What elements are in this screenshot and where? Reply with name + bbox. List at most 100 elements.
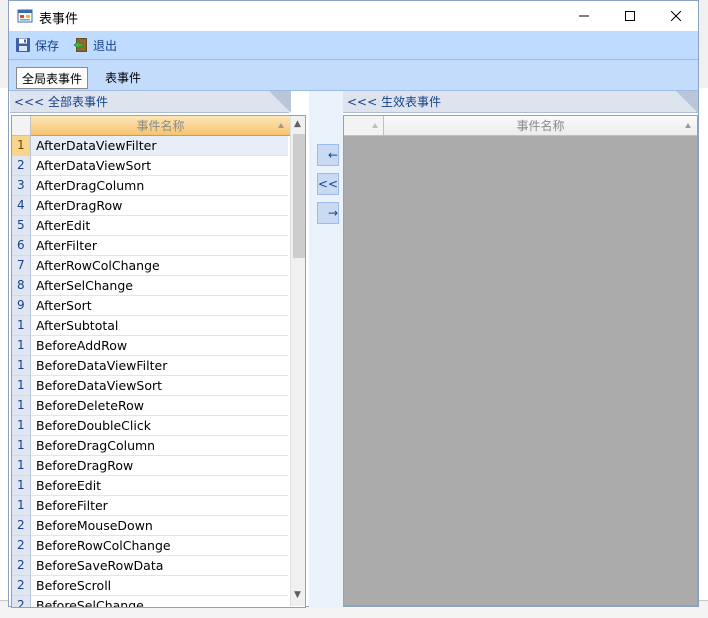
title-bar[interactable]: 表事件	[9, 1, 698, 31]
table-row[interactable]: 8 AfterSelChange	[12, 276, 288, 296]
row-number: 1	[12, 456, 31, 476]
event-name-cell[interactable]: AfterSort	[31, 296, 288, 316]
table-row[interactable]: 4 AfterDragRow	[12, 196, 288, 216]
table-row[interactable]: 1 BeforeDataViewFilter	[12, 356, 288, 376]
row-number: 6	[12, 236, 31, 256]
move-right-button[interactable]: →	[317, 202, 339, 224]
table-row[interactable]: 1 BeforeFilter	[12, 496, 288, 516]
move-left-button[interactable]: ←	[317, 144, 339, 166]
table-row[interactable]: 1 BeforeEdit	[12, 476, 288, 496]
window-title: 表事件	[39, 12, 79, 27]
column-header-label: 事件名称	[136, 119, 185, 133]
close-icon	[671, 11, 681, 21]
save-button[interactable]: 保存	[11, 34, 63, 56]
table-row[interactable]: 5 AfterEdit	[12, 216, 288, 236]
move-all-left-button[interactable]: <<	[317, 173, 339, 195]
event-name-cell[interactable]: AfterEdit	[31, 216, 288, 236]
table-row[interactable]: 7 AfterRowColChange	[12, 256, 288, 276]
event-name-cell[interactable]: AfterDataViewSort	[31, 156, 288, 176]
event-name-cell[interactable]: BeforeSaveRowData	[31, 556, 288, 576]
event-name-cell[interactable]: BeforeMouseDown	[31, 516, 288, 536]
transfer-buttons-column	[309, 91, 343, 608]
event-name-cell[interactable]: AfterDragRow	[31, 196, 288, 216]
row-number: 1	[12, 476, 31, 496]
row-number-header	[344, 116, 384, 136]
vertical-scrollbar[interactable]: ▲ ▼	[290, 116, 305, 606]
scroll-down-icon[interactable]: ▼	[294, 590, 301, 600]
exit-icon	[73, 38, 87, 52]
all-events-grid[interactable]: 事件名称 1 AfterDataViewFilter 2 AfterDataViewS…	[11, 115, 306, 608]
left-panel-corner	[269, 91, 291, 113]
scrollbar-thumb[interactable]	[293, 134, 305, 258]
tab-table-events[interactable]: 表事件	[100, 67, 146, 87]
minimize-icon	[579, 15, 589, 17]
save-label: 保存	[35, 38, 60, 53]
event-name-cell[interactable]: BeforeAddRow	[31, 336, 288, 356]
table-row[interactable]: 1 BeforeDragRow	[12, 456, 288, 476]
table-row[interactable]: 2 BeforeMouseDown	[12, 516, 288, 536]
table-row[interactable]: 1 BeforeDoubleClick	[12, 416, 288, 436]
table-row[interactable]: 1 AfterDataViewFilter	[12, 136, 288, 156]
row-number: 5	[12, 216, 31, 236]
table-row[interactable]: 9 AfterSort	[12, 296, 288, 316]
column-header-label: 事件名称	[516, 119, 565, 133]
table-row[interactable]: 2 BeforeRowColChange	[12, 536, 288, 556]
row-number: 2	[12, 536, 31, 556]
table-row[interactable]: 6 AfterFilter	[12, 236, 288, 256]
table-row[interactable]: 1 BeforeAddRow	[12, 336, 288, 356]
arrow-left-icon: ←	[327, 148, 338, 162]
scroll-up-icon[interactable]: ▲	[294, 119, 301, 129]
table-row[interactable]: 2 BeforeScroll	[12, 576, 288, 596]
event-name-cell[interactable]: BeforeDragRow	[31, 456, 288, 476]
event-name-cell[interactable]: BeforeRowColChange	[31, 536, 288, 556]
event-name-column-header[interactable]: 事件名称	[31, 116, 290, 136]
event-name-cell[interactable]: AfterDataViewFilter	[31, 136, 288, 156]
row-number: 2	[12, 556, 31, 576]
row-number: 2	[12, 576, 31, 596]
maximize-button[interactable]	[607, 1, 653, 31]
event-name-cell[interactable]: AfterSubtotal	[31, 316, 288, 336]
right-panel-corner	[676, 91, 698, 113]
table-row[interactable]: 1 AfterSubtotal	[12, 316, 288, 336]
event-name-cell[interactable]: BeforeDeleteRow	[31, 396, 288, 416]
event-name-cell[interactable]: AfterSelChange	[31, 276, 288, 296]
row-number: 1	[12, 356, 31, 376]
table-events-window: 表事件 保存 退出 全局表事件 表事件 <<< 全部表事件 事件名称 1 Aft…	[8, 0, 699, 608]
event-name-cell[interactable]: BeforeScroll	[31, 576, 288, 596]
event-name-cell[interactable]: AfterRowColChange	[31, 256, 288, 276]
tab-global-table-events[interactable]: 全局表事件	[16, 67, 89, 89]
event-name-cell[interactable]: BeforeEdit	[31, 476, 288, 496]
event-name-column-header[interactable]: 事件名称	[384, 116, 697, 136]
close-button[interactable]	[653, 1, 699, 31]
row-number: 3	[12, 176, 31, 196]
tab-label: 全局表事件	[22, 71, 83, 86]
right-panel-header: <<< 生效表事件	[343, 91, 698, 113]
app-window-icon	[17, 9, 33, 23]
table-row[interactable]: 2 BeforeSaveRowData	[12, 556, 288, 576]
row-number: 7	[12, 256, 31, 276]
minimize-button[interactable]	[561, 1, 607, 31]
table-row[interactable]: 2 BeforeSelChange	[12, 596, 288, 607]
effective-events-grid[interactable]: 事件名称	[343, 115, 698, 606]
row-number: 1	[12, 136, 31, 156]
exit-button[interactable]: 退出	[69, 34, 121, 56]
event-name-cell[interactable]: BeforeDataViewSort	[31, 376, 288, 396]
event-name-cell[interactable]: BeforeDoubleClick	[31, 416, 288, 436]
double-arrow-left-icon: <<	[317, 177, 338, 191]
table-row[interactable]: 1 BeforeDeleteRow	[12, 396, 288, 416]
arrow-right-icon: →	[327, 206, 338, 220]
event-name-cell[interactable]: AfterFilter	[31, 236, 288, 256]
sort-ascending-icon	[685, 123, 691, 128]
table-row[interactable]: 2 AfterDataViewSort	[12, 156, 288, 176]
event-name-cell[interactable]: AfterDragColumn	[31, 176, 288, 196]
event-name-cell[interactable]: BeforeFilter	[31, 496, 288, 516]
event-name-cell[interactable]: BeforeDataViewFilter	[31, 356, 288, 376]
table-row[interactable]: 3 AfterDragColumn	[12, 176, 288, 196]
sort-indicator-icon	[372, 123, 378, 128]
event-name-cell[interactable]: BeforeDragColumn	[31, 436, 288, 456]
table-row[interactable]: 1 BeforeDragColumn	[12, 436, 288, 456]
table-row[interactable]: 1 BeforeDataViewSort	[12, 376, 288, 396]
row-number: 1	[12, 436, 31, 456]
left-panel-title: <<< 全部表事件	[14, 95, 108, 109]
event-name-cell[interactable]: BeforeSelChange	[31, 596, 288, 607]
